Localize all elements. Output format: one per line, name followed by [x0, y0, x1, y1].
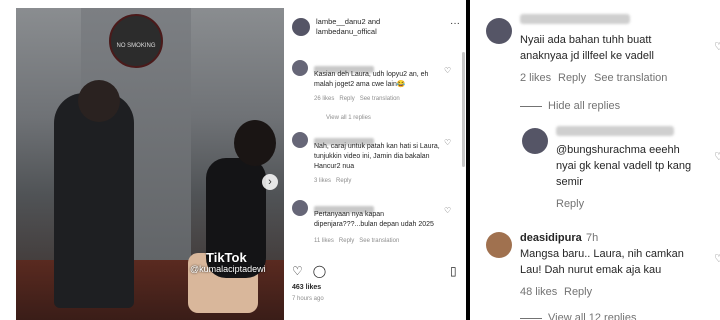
reply-link[interactable]: Reply [339, 96, 354, 102]
comment-text: Nah, caraj untuk patah kan hati si Laura… [314, 143, 440, 170]
comment-username[interactable]: deasidipura [520, 232, 582, 244]
comment-likes: 3 likes [314, 178, 332, 184]
comments-panel: lambe__danu2 and lambedanu_offical ··· K… [284, 8, 466, 320]
comment-likes: 48 likes [520, 286, 558, 298]
heart-icon[interactable]: ♡ [714, 150, 720, 163]
comment-likes: 2 likes [520, 72, 552, 84]
avatar[interactable] [522, 128, 548, 154]
see-translation-link[interactable]: See translation [594, 72, 667, 84]
video-player[interactable]: NO SMOKING › TikTok @kumalaciptadewi [16, 8, 284, 320]
comment-meta: 3 likes Reply [314, 178, 351, 184]
scrollbar[interactable] [462, 52, 465, 167]
no-smoking-sign: NO SMOKING [109, 14, 163, 68]
avatar[interactable] [292, 132, 308, 148]
comment-time: 7h [586, 232, 599, 244]
author-line-1: lambe__danu2 and [316, 17, 381, 26]
woman-head [234, 120, 276, 166]
comment-text: Pertanyaan nya kapan dipenjara???...bula… [314, 211, 434, 228]
heart-icon[interactable]: ♡ [444, 138, 451, 147]
comment-meta: 11 likes Reply See translation [314, 238, 399, 244]
post-authors[interactable]: lambe__danu2 and lambedanu_offical [316, 17, 426, 37]
tiktok-handle: @kumalaciptadewi [190, 264, 266, 274]
reply-link[interactable]: Reply [556, 198, 584, 210]
post-actions: ♡ ◯ ▯ [292, 264, 462, 278]
comment-likes: 11 likes [314, 238, 334, 244]
post-time: 7 hours ago [292, 296, 324, 302]
divider-line [520, 106, 542, 107]
bookmark-icon[interactable]: ▯ [450, 264, 457, 278]
reply-link[interactable]: Reply [564, 286, 592, 298]
man-figure [54, 93, 134, 308]
blurred-username [556, 126, 674, 136]
comment-text-line: semir [556, 176, 583, 188]
comment-text-line: Mangsa baru.. Laura, nih camkan [520, 248, 684, 260]
heart-icon[interactable]: ♡ [444, 66, 451, 75]
divider-line [520, 318, 542, 319]
heart-icon[interactable]: ♡ [714, 252, 720, 265]
comment-text: Kasian deh Laura, udh lopyu2 an, eh mala… [314, 71, 429, 88]
avatar[interactable] [486, 18, 512, 44]
blurred-username [520, 14, 630, 24]
reply-link[interactable]: Reply [336, 178, 351, 184]
man-head [78, 80, 120, 122]
comment-icon[interactable]: ◯ [313, 264, 326, 278]
comment-text-line: Nyaii ada bahan tuhh buatt [520, 34, 652, 46]
left-screenshot: NO SMOKING › TikTok @kumalaciptadewi lam… [0, 0, 468, 320]
comment-likes: 26 likes [314, 96, 335, 102]
comment-text-line: Lau! Dah nurut emak aja kau [520, 264, 662, 276]
comment-meta: 26 likes Reply See translation [314, 96, 400, 102]
reply-link[interactable]: Reply [558, 72, 586, 84]
comment-text-line: @bungshurachma eeehh [556, 144, 680, 156]
avatar[interactable] [292, 18, 310, 36]
avatar[interactable] [486, 232, 512, 258]
avatar[interactable] [292, 60, 308, 76]
comment-text-line: anaknyaa jd illfeel ke vadell [520, 50, 654, 62]
avatar[interactable] [292, 200, 308, 216]
post-likes[interactable]: 463 likes [292, 284, 321, 291]
reply-link[interactable]: Reply [339, 238, 354, 244]
see-translation-link[interactable]: See translation [360, 96, 400, 102]
see-translation-link[interactable]: See translation [359, 238, 399, 244]
heart-icon[interactable]: ♡ [714, 40, 720, 53]
next-arrow-icon[interactable]: › [262, 174, 278, 190]
comment-text-line: nyai gk kenal vadell tp kang [556, 160, 692, 172]
heart-icon[interactable]: ♡ [292, 264, 303, 278]
right-screenshot: Nyaii ada bahan tuhh buatt anaknyaa jd i… [470, 0, 720, 320]
tiktok-logo: TikTok [206, 250, 247, 265]
view-replies-link[interactable]: View all 12 replies [548, 312, 636, 320]
view-replies-link[interactable]: View all 1 replies [326, 115, 371, 121]
heart-icon[interactable]: ♡ [444, 206, 451, 215]
author-line-2: lambedanu_offical [316, 27, 377, 36]
more-options-icon[interactable]: ··· [450, 18, 460, 29]
hide-replies-link[interactable]: Hide all replies [548, 100, 620, 112]
